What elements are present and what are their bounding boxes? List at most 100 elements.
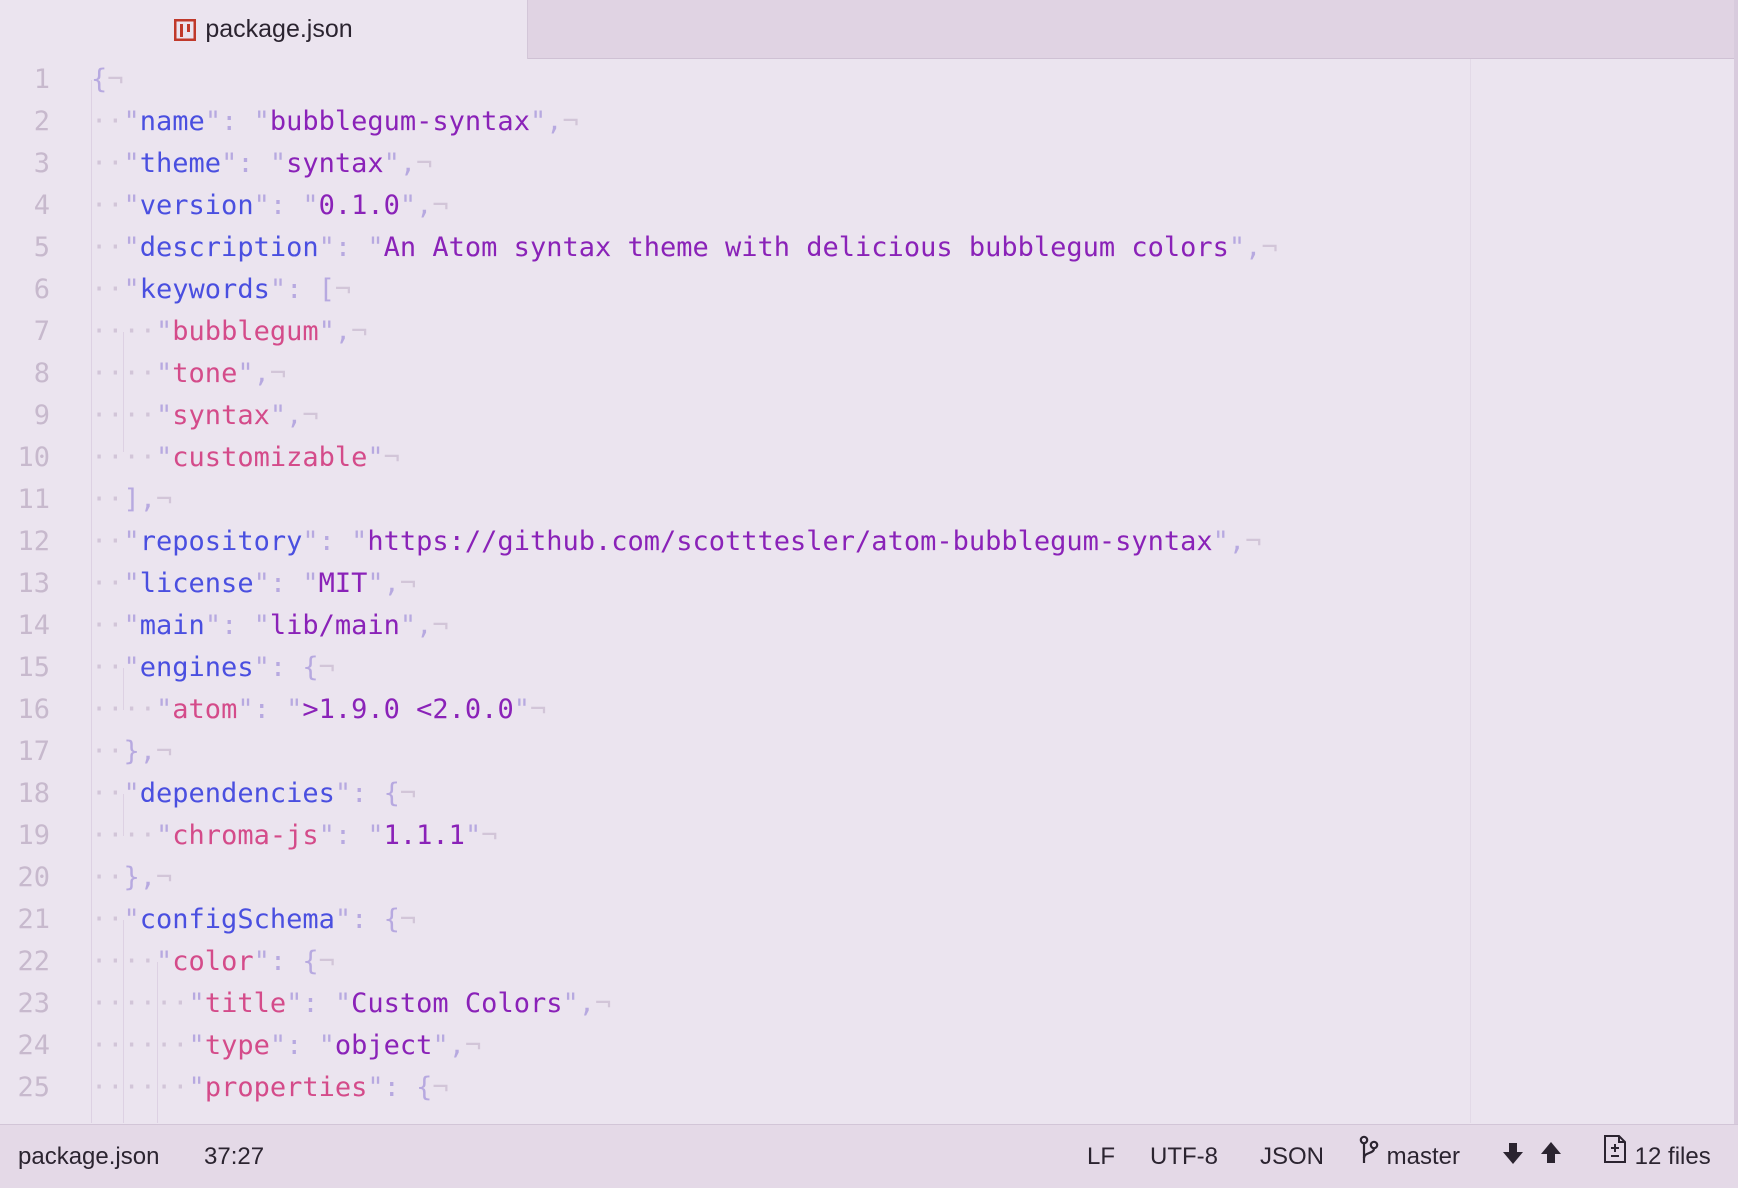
token: main: [139, 610, 205, 641]
token: ": [188, 988, 205, 1019]
line-content: ······"type": "object",¬: [91, 1025, 481, 1067]
status-line-ending[interactable]: LF: [1087, 1125, 1115, 1188]
code-line[interactable]: 1 {¬: [0, 59, 1460, 101]
token: ····: [91, 442, 157, 473]
token: https://github.com/scotttesler/atom-bubb…: [367, 526, 1213, 557]
token: title: [204, 988, 287, 1019]
status-cursor-position[interactable]: 37:27: [204, 1125, 264, 1188]
token: ": [367, 442, 384, 473]
git-fetch-button[interactable]: [1502, 1125, 1524, 1188]
token: ": [123, 904, 140, 935]
code-line[interactable]: 13 ··"license": "MIT",¬: [0, 563, 1460, 605]
token: ¬: [351, 316, 368, 347]
token: ¬: [399, 778, 417, 809]
code-line[interactable]: 4 ··"version": "0.1.0",¬: [0, 185, 1460, 227]
token: ······: [91, 988, 189, 1019]
token: ··: [91, 148, 124, 179]
token: ··: [91, 232, 124, 263]
line-number: 12: [17, 526, 50, 557]
token: ¬: [594, 988, 612, 1019]
token: ": [253, 610, 270, 641]
token: ":: [204, 610, 254, 641]
status-filename[interactable]: package.json: [18, 1125, 159, 1188]
line-number: 24: [17, 1030, 50, 1061]
token: ¬: [432, 610, 449, 641]
code-line[interactable]: 16 ····"atom": ">1.9.0 <2.0.0"¬: [0, 689, 1460, 731]
git-push-button[interactable]: [1540, 1125, 1562, 1188]
code-line[interactable]: 10 ····"customizable"¬: [0, 437, 1460, 479]
status-grammar[interactable]: JSON: [1260, 1125, 1324, 1188]
line-content: ····"color": {¬: [91, 941, 335, 983]
token: ··: [91, 484, 124, 515]
token: configSchema: [139, 904, 335, 935]
code-line[interactable]: 9 ····"syntax",¬: [0, 395, 1460, 437]
token: ": [123, 148, 140, 179]
status-changed-files[interactable]: 12 files: [1602, 1125, 1711, 1188]
code-line[interactable]: 12 ··"repository": "https://github.com/sc…: [0, 521, 1460, 563]
line-content: ··"engines": {¬: [91, 647, 335, 689]
changed-files-label: 12 files: [1634, 1143, 1711, 1170]
scrollbar[interactable]: [1734, 0, 1738, 1124]
code-editor[interactable]: 1 {¬ 2 ··"name": "bubblegum-syntax",¬ 3 ··"th…: [0, 59, 1734, 1123]
line-number: 9: [33, 400, 50, 431]
code-line[interactable]: 22 ····"color": {¬: [0, 941, 1460, 983]
token: ¬: [399, 904, 417, 935]
code-line[interactable]: 17 ··},¬: [0, 731, 1460, 773]
token: ": [156, 316, 173, 347]
code-line[interactable]: 23 ······"title": "Custom Colors",¬: [0, 983, 1460, 1025]
code-line[interactable]: 6 ··"keywords": [¬: [0, 269, 1460, 311]
code-line[interactable]: 14 ··"main": "lib/main",¬: [0, 605, 1460, 647]
token: engines: [139, 652, 254, 683]
token: ··: [91, 736, 124, 767]
code-line[interactable]: 11 ··],¬: [0, 479, 1460, 521]
token: ":: [204, 106, 254, 137]
token: ··: [91, 904, 124, 935]
token: tone: [172, 358, 238, 389]
status-encoding[interactable]: UTF-8: [1150, 1125, 1218, 1188]
token: 1.1.1: [383, 820, 465, 851]
token: ······: [91, 1072, 189, 1103]
token: ··: [91, 778, 124, 809]
code-line[interactable]: 20 ··},¬: [0, 857, 1460, 899]
token: ": [318, 1030, 335, 1061]
token: atom: [172, 694, 238, 725]
token: ",: [529, 106, 563, 137]
line-number: 8: [33, 358, 50, 389]
line-content: ··"dependencies": {¬: [91, 773, 416, 815]
code-line[interactable]: 8 ····"tone",¬: [0, 353, 1460, 395]
code-line[interactable]: 25 ······"properties": {¬: [0, 1067, 1460, 1109]
token: ····: [91, 358, 157, 389]
token: ":: [237, 694, 287, 725]
token: ": [302, 568, 319, 599]
code-line[interactable]: 18 ··"dependencies": {¬: [0, 773, 1460, 815]
branch-label: master: [1386, 1143, 1461, 1170]
token: ····: [91, 400, 157, 431]
tab-package-json[interactable]: package.json: [0, 0, 528, 59]
code-line[interactable]: 7 ····"bubblegum",¬: [0, 311, 1460, 353]
arrow-down-icon: [1502, 1126, 1524, 1188]
token: ¬: [318, 946, 335, 977]
line-content: ····"chroma-js": "1.1.1"¬: [91, 815, 497, 857]
code-line[interactable]: 5 ··"description": "An Atom syntax theme …: [0, 227, 1460, 269]
line-number: 16: [17, 694, 50, 725]
code-line[interactable]: 3 ··"theme": "syntax",¬: [0, 143, 1460, 185]
token: ": [123, 652, 140, 683]
status-git-branch[interactable]: master: [1358, 1125, 1460, 1188]
line-content: ··"description": "An Atom syntax theme w…: [91, 227, 1278, 269]
line-content: ··"theme": "syntax",¬: [91, 143, 432, 185]
code-line[interactable]: 24 ······"type": "object",¬: [0, 1025, 1460, 1067]
code-line[interactable]: 21 ··"configSchema": {¬: [0, 899, 1460, 941]
line-number: 19: [17, 820, 50, 851]
token: ": [302, 190, 319, 221]
line-content: ····"tone",¬: [91, 353, 286, 395]
code-line[interactable]: 19 ····"chroma-js": "1.1.1"¬: [0, 815, 1460, 857]
code-line[interactable]: 15 ··"engines": {¬: [0, 647, 1460, 689]
token: ",: [1212, 526, 1246, 557]
token: >1.9.0 <2.0.0: [302, 694, 514, 725]
token: ": [334, 988, 352, 1019]
code-line[interactable]: 2 ··"name": "bubblegum-syntax",¬: [0, 101, 1460, 143]
line-content: ··"license": "MIT",¬: [91, 563, 416, 605]
token: color: [172, 946, 254, 977]
line-number: 25: [17, 1072, 50, 1103]
line-number: 10: [17, 442, 50, 473]
